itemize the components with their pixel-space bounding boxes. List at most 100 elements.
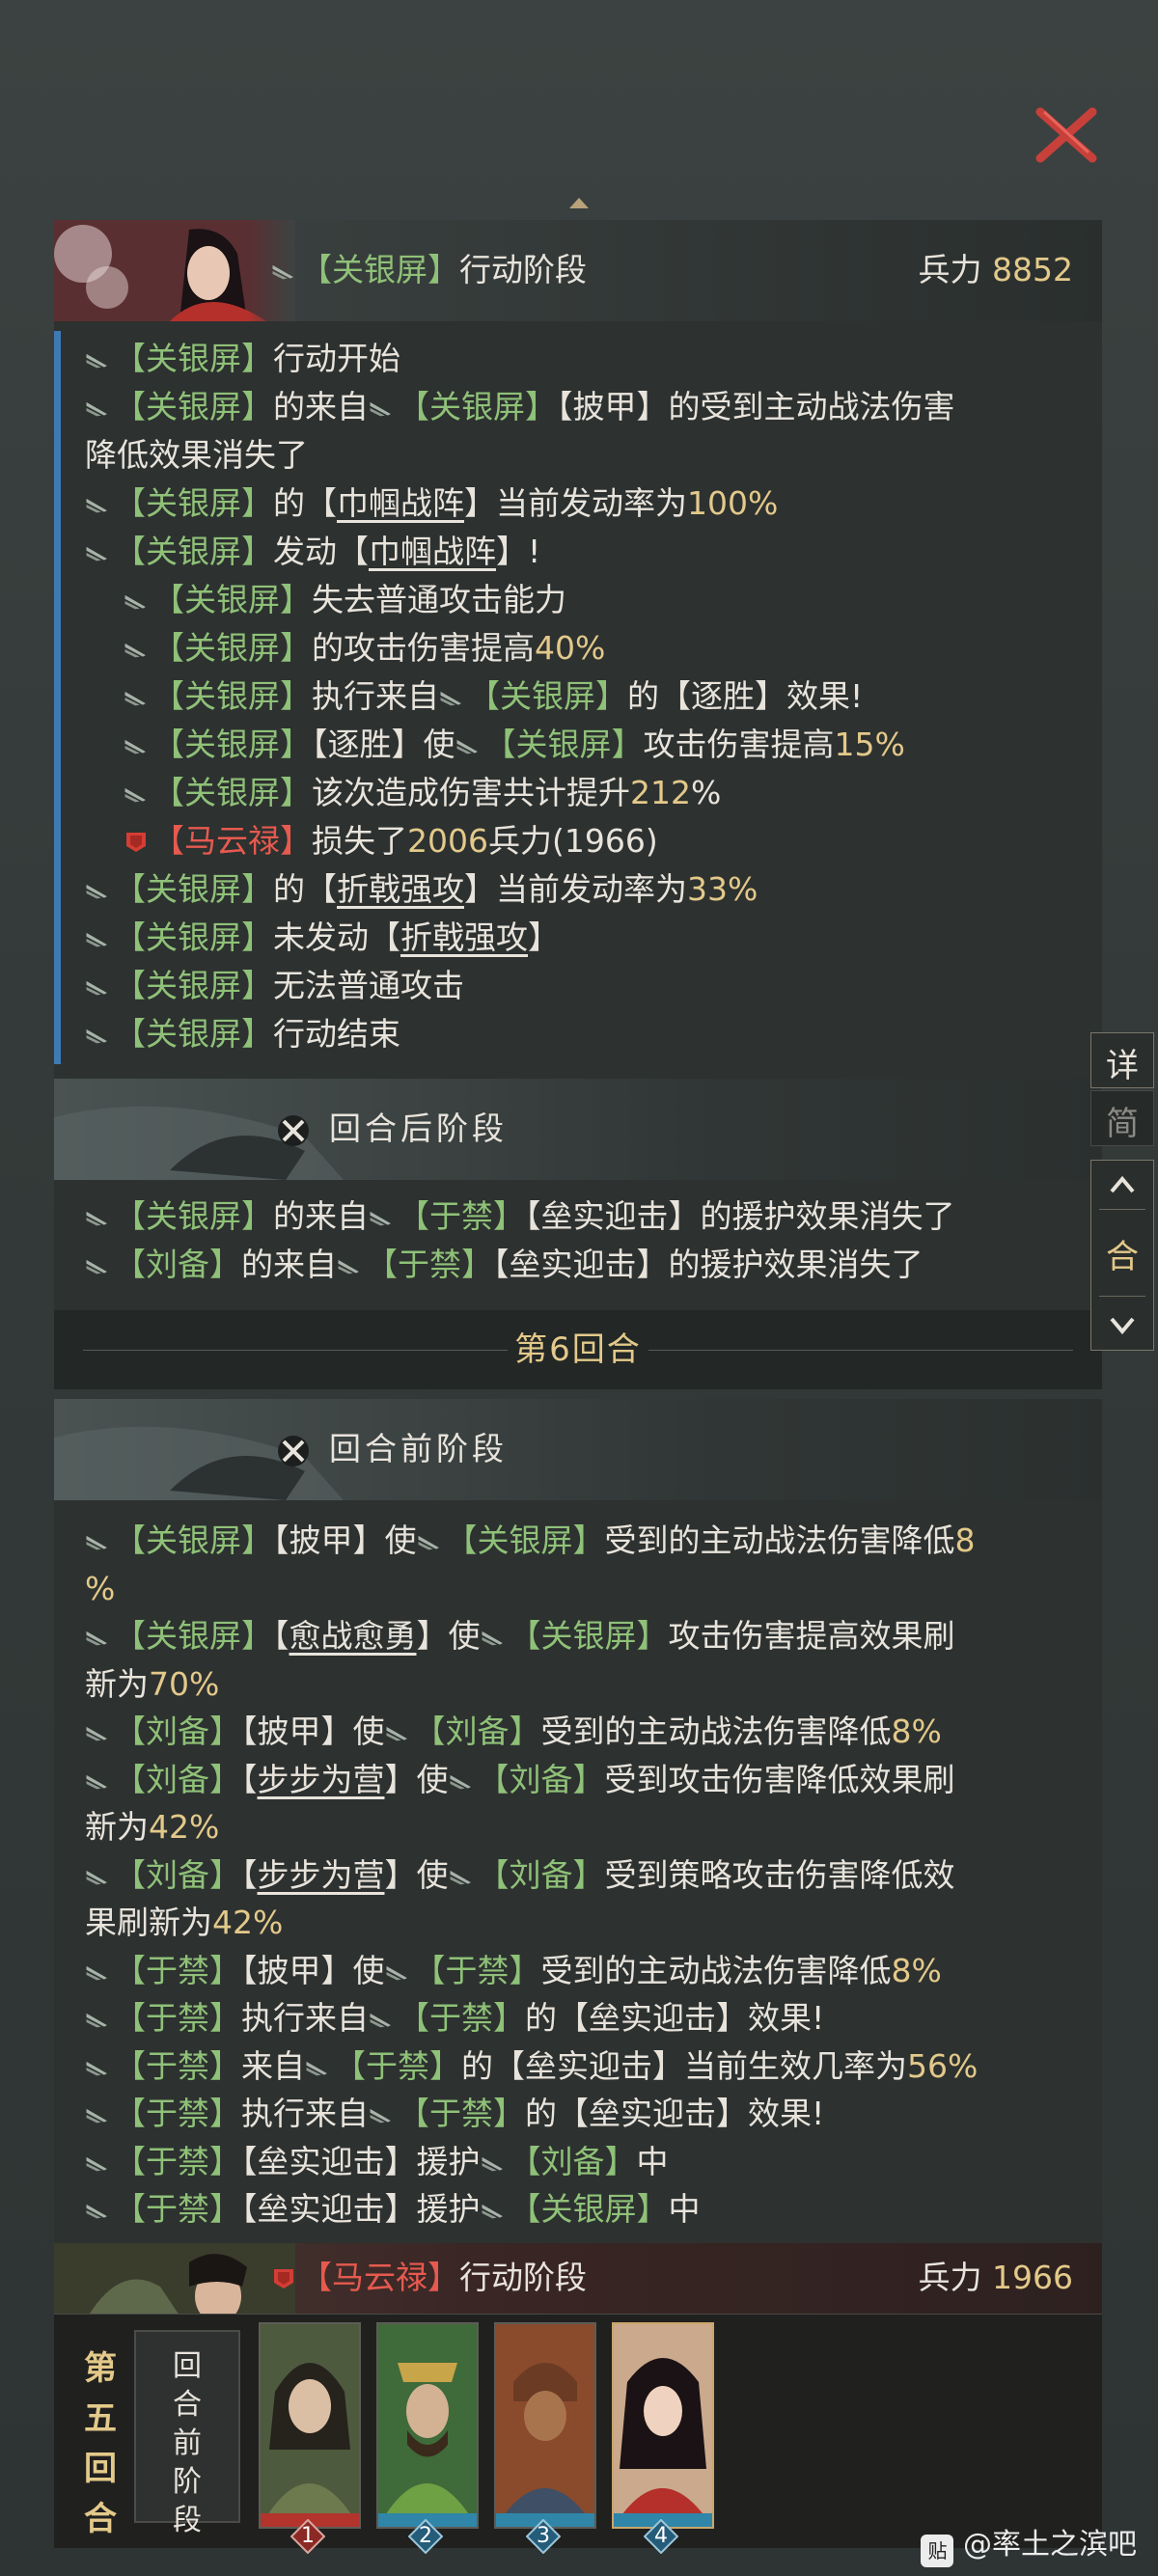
hero-name: 【关银屏】 [114, 870, 273, 908]
log-text: 的【垒实迎击】当前生效几率为 [461, 2046, 907, 2085]
hero-name: 【关银屏】 [114, 388, 273, 425]
next-round-icon[interactable] [1109, 1315, 1136, 1336]
hero-name: 【关银屏】 [398, 388, 557, 425]
skill-name[interactable]: 步步为营 [258, 1856, 385, 1894]
skill-name[interactable]: 步步为营 [258, 1761, 385, 1798]
hero-portrait-yujin [496, 2324, 594, 2527]
ally-tag-icon [449, 1865, 474, 1888]
hero-portrait-liubei [378, 2324, 477, 2527]
skill-name[interactable]: 折戟强攻 [337, 870, 464, 908]
hero-name: 【于禁】 [398, 2095, 525, 2132]
log-text: 行动开始 [273, 340, 400, 377]
action-phase-header-2: 【马云禄】行动阶段 兵力 1966 [54, 2243, 1102, 2316]
log-line: 【刘备】的来自 【于禁】【垒实迎击】的援护效果消失了 [85, 1242, 924, 1288]
crossed-swords-icon [278, 1436, 309, 1466]
round-char: 回 [84, 2450, 117, 2488]
ally-tag-icon [85, 348, 110, 371]
phase-char: 段 [173, 2504, 202, 2537]
watermark: 贴 @率土之滨吧 [921, 2520, 1137, 2567]
hero-name: 【于禁】 [114, 2142, 241, 2180]
ally-tag-icon [85, 541, 110, 564]
enemy-flag-icon [124, 831, 149, 854]
hero-name: 【关银屏】 [483, 726, 644, 763]
log-text: 的【垒实迎击】效果! [525, 1999, 825, 2037]
ally-tag-icon [439, 686, 464, 709]
skill-name[interactable]: 折戟强攻 [400, 918, 528, 956]
hero-card-1[interactable] [259, 2322, 361, 2529]
log-text: 攻击伤害提高 [643, 726, 835, 763]
log-text: 降低效果消失了 [85, 436, 308, 474]
log-text: 中 [668, 2190, 701, 2228]
log-text: 执行来自 [312, 677, 439, 715]
scroll-up-arrow-icon [569, 198, 589, 208]
skill-name[interactable]: 巾帼战阵 [337, 484, 464, 522]
detail-mode-button[interactable]: 详 [1090, 1032, 1154, 1088]
log-line: 【刘备】【披甲】使 【刘备】受到的主动战法伤害降低8% [85, 1709, 942, 1755]
hero-name: 【刘备】 [114, 1713, 241, 1750]
highlight-value: 8 [954, 1521, 976, 1559]
action-phase-header: 【关银屏】行动阶段 兵力 8852 [54, 220, 1102, 321]
previous-round-icon[interactable] [1109, 1174, 1136, 1195]
ally-tag-icon [124, 589, 149, 613]
log-line: 新为42% [85, 1804, 219, 1850]
hero-name: 【关银屏】 [152, 774, 312, 811]
log-line: 【于禁】【垒实迎击】援护 【刘备】中 [85, 2139, 669, 2185]
phase-title: 回合后阶段 [329, 1110, 508, 1147]
log-text: 果刷新为 [85, 1904, 212, 1941]
ally-tag-icon [449, 1769, 474, 1793]
current-phase-button[interactable]: 回 合 前 阶 段 [134, 2330, 240, 2537]
hero-name: 【关银屏】 [114, 918, 273, 956]
round-label: 合 [1106, 1238, 1139, 1276]
troops-value: 1966 [992, 2259, 1073, 2296]
log-text: 】当前发动率为 [464, 484, 687, 522]
skill-name[interactable]: 巾帼战阵 [369, 533, 496, 570]
log-text: 新为 [85, 1664, 149, 1703]
log-text: 【垒实迎击】的援护效果消失了 [525, 1197, 955, 1235]
hero-name: 【关银屏】 [152, 726, 312, 763]
highlight-value: 8% [891, 1951, 942, 1989]
troops-value: 8852 [992, 251, 1073, 288]
round-char: 合 [84, 2500, 117, 2538]
log-text: 失去普通攻击能力 [312, 581, 566, 618]
skill-name[interactable]: 愈战愈勇 [290, 1617, 417, 1655]
ally-tag-icon [85, 975, 110, 999]
log-text: 】使 [384, 1855, 449, 1894]
hero-card-2[interactable] [376, 2322, 479, 2529]
close-icon[interactable] [1033, 106, 1100, 164]
hero-name: 【于禁】 [366, 1246, 493, 1283]
log-text: 发动【 [273, 533, 369, 570]
log-text: 兵力(1966) [487, 822, 658, 860]
log-text: 【 [273, 1617, 290, 1655]
hero-name: 【关银屏】 [114, 1521, 273, 1559]
log-text: 的来自 [273, 1197, 369, 1235]
log-text: 该次造成伤害共计提升 [312, 774, 630, 811]
hero-name: 【于禁】 [413, 1951, 541, 1989]
badge-number: 4 [654, 2524, 668, 2548]
hero-name: 【关银屏】 [468, 677, 627, 715]
hero-name: 【刘备】 [114, 1246, 241, 1283]
header-title: 【马云禄】行动阶段 [271, 2255, 587, 2301]
simple-mode-button[interactable]: 简 [1090, 1090, 1154, 1146]
log-text: 来自 [241, 2046, 305, 2085]
log-text: 【披甲】使 [241, 1713, 385, 1750]
ally-tag-icon [85, 493, 110, 516]
log-line: 【刘备】【步步为营】使 【刘备】受到攻击伤害降低效果刷 [85, 1757, 955, 1803]
log-text: 新为 [85, 1808, 149, 1846]
hero-card-4[interactable] [612, 2322, 714, 2529]
log-text: 【披甲】使 [273, 1521, 417, 1559]
log-text: 的攻击伤害提高 [312, 629, 535, 667]
log-text: 受到攻击伤害降低效果刷 [604, 1760, 955, 1798]
round-char: 第 [84, 2349, 117, 2388]
tieba-logo-icon: 贴 [921, 2535, 954, 2567]
log-text: 】使 [416, 1617, 481, 1655]
log-line: 【于禁】【披甲】使 【于禁】受到的主动战法伤害降低8% [85, 1948, 942, 1994]
log-text: 中 [636, 2142, 669, 2180]
highlight-value: % [85, 1569, 116, 1607]
nav-divider [1099, 1296, 1145, 1297]
ally-tag-icon [85, 2008, 110, 2031]
log-line: 【于禁】【垒实迎击】援护 【关银屏】中 [85, 2186, 701, 2233]
ally-tag-icon [369, 2103, 394, 2126]
ally-tag-icon [85, 1865, 110, 1888]
hero-card-3[interactable] [494, 2322, 596, 2529]
hero-portrait-mayunlu [54, 2243, 295, 2316]
